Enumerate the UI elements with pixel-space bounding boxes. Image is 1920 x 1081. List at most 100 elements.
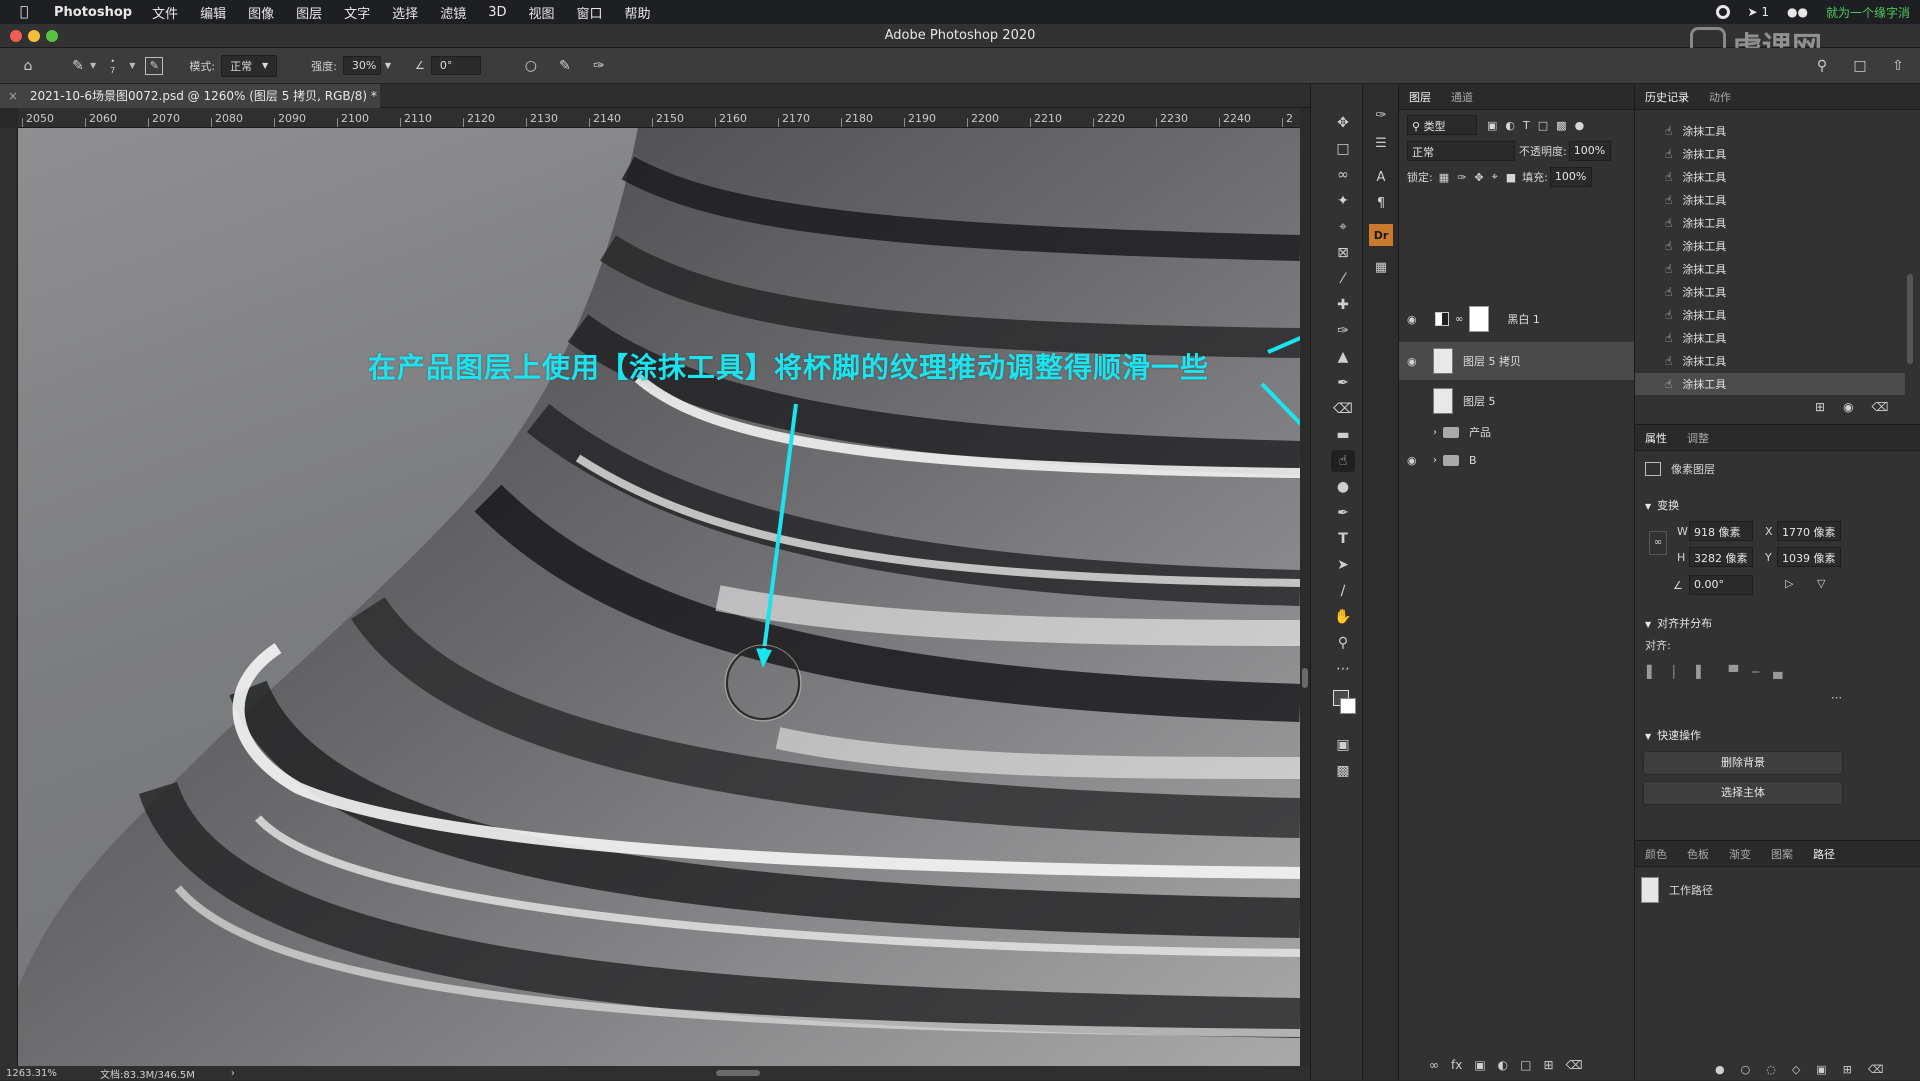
- trash-icon[interactable]: ⌫: [1566, 1058, 1583, 1078]
- menu-window[interactable]: 窗口: [577, 3, 603, 22]
- tab-gradients[interactable]: 渐变: [1719, 846, 1761, 862]
- visibility-eye-hidden[interactable]: ◉: [1407, 426, 1423, 439]
- background-color[interactable]: [1340, 698, 1356, 714]
- brush-settings-icon[interactable]: ✎: [145, 56, 164, 75]
- height-input[interactable]: 3282 像素: [1689, 547, 1753, 567]
- align-center-icon[interactable]: │: [1670, 665, 1677, 679]
- new-document-from-state-icon[interactable]: ⊞: [1815, 400, 1825, 414]
- menu-filter[interactable]: 滤镜: [440, 3, 466, 22]
- new-path-icon[interactable]: ⊞: [1843, 1063, 1852, 1076]
- align-top-icon[interactable]: ▀: [1729, 665, 1738, 679]
- visibility-eye-icon[interactable]: ◉: [1407, 313, 1423, 326]
- chevron-right-icon[interactable]: ›: [1433, 455, 1437, 466]
- history-item[interactable]: ☝ 涂抹工具: [1635, 212, 1905, 234]
- history-item[interactable]: ☝ 涂抹工具: [1635, 281, 1905, 303]
- path-row[interactable]: 工作路径: [1635, 875, 1920, 905]
- history-item[interactable]: ☝ 涂抹工具: [1635, 189, 1905, 211]
- zoom-window-button[interactable]: [46, 30, 58, 42]
- fill-input[interactable]: 100%: [1549, 167, 1592, 187]
- path-selection-tool-icon[interactable]: ➤: [1331, 554, 1355, 576]
- fx-icon[interactable]: fx: [1451, 1058, 1462, 1078]
- make-work-path-icon[interactable]: ◇: [1792, 1063, 1800, 1076]
- history-item[interactable]: ☝ 涂抹工具: [1635, 235, 1905, 257]
- link-layers-icon[interactable]: ∞: [1429, 1058, 1439, 1078]
- new-group-icon[interactable]: □: [1520, 1058, 1531, 1078]
- trash-icon[interactable]: ⌫: [1868, 1063, 1884, 1076]
- history-item[interactable]: ☝ 涂抹工具: [1635, 304, 1905, 326]
- chevron-right-icon[interactable]: ›: [231, 1068, 235, 1079]
- history-item-current[interactable]: ☝ 涂抹工具: [1635, 373, 1905, 395]
- align-bottom-icon[interactable]: ▄: [1773, 665, 1782, 679]
- quick-mask-icon[interactable]: ▣: [1331, 734, 1355, 756]
- tab-history[interactable]: 历史记录: [1635, 89, 1699, 105]
- color-swatches-icon[interactable]: [1331, 688, 1356, 720]
- history-item[interactable]: ☝ 涂抹工具: [1635, 327, 1905, 349]
- minimize-window-button[interactable]: [28, 30, 40, 42]
- align-right-icon[interactable]: ▐: [1691, 665, 1700, 679]
- stroke-path-icon[interactable]: ○: [1741, 1063, 1751, 1076]
- filter-pixel-icon[interactable]: ▣: [1487, 119, 1497, 132]
- screen-mode-icon[interactable]: ▩: [1331, 760, 1355, 782]
- visibility-eye-hidden[interactable]: ◉: [1407, 395, 1423, 408]
- width-input[interactable]: 918 像素: [1689, 521, 1753, 541]
- link-dimensions-icon[interactable]: ∞: [1649, 531, 1667, 555]
- clone-stamp-tool-icon[interactable]: ▲: [1331, 346, 1355, 368]
- transform-section-title[interactable]: ▼ 变换: [1645, 497, 1679, 513]
- visibility-eye-icon[interactable]: ◉: [1407, 454, 1423, 467]
- more-options-icon[interactable]: ⋯: [1831, 691, 1842, 704]
- home-icon[interactable]: ⌂: [16, 55, 40, 77]
- healing-brush-tool-icon[interactable]: ✚: [1331, 294, 1355, 316]
- filter-type-icon[interactable]: T: [1523, 119, 1530, 132]
- magic-wand-tool-icon[interactable]: ✦: [1331, 190, 1355, 212]
- y-input[interactable]: 1039 像素: [1777, 547, 1841, 567]
- eraser-tool-icon[interactable]: ⌫: [1331, 398, 1355, 420]
- align-section-title[interactable]: ▼ 对齐并分布: [1645, 615, 1712, 631]
- tab-actions[interactable]: 动作: [1699, 89, 1741, 105]
- workspace-icon[interactable]: □: [1848, 55, 1872, 77]
- smudge-tool-preset-icon[interactable]: ✎: [66, 55, 90, 77]
- type-tool-icon[interactable]: T: [1331, 528, 1355, 550]
- new-layer-icon[interactable]: ⊞: [1544, 1058, 1554, 1078]
- filter-smart-object-icon[interactable]: ▩: [1556, 119, 1566, 132]
- hand-tool-icon[interactable]: ✋: [1331, 606, 1355, 628]
- menu-file[interactable]: 文件: [152, 3, 178, 22]
- filter-shape-icon[interactable]: □: [1538, 119, 1548, 132]
- pen-tool-icon[interactable]: ✒: [1331, 502, 1355, 524]
- history-item[interactable]: ☝ 涂抹工具: [1635, 350, 1905, 372]
- menu-select[interactable]: 选择: [392, 3, 418, 22]
- trash-icon[interactable]: ⌫: [1872, 400, 1889, 414]
- document-tab[interactable]: × 2021-10-6场景图0072.psd @ 1260% (图层 5 拷贝,…: [0, 84, 380, 108]
- align-left-icon[interactable]: ▌: [1647, 665, 1656, 679]
- menu-layer[interactable]: 图层: [296, 3, 322, 22]
- menu-3d[interactable]: 3D: [488, 5, 506, 20]
- lock-all-icon[interactable]: ■: [1506, 171, 1516, 184]
- zoom-tool-icon[interactable]: ⚲: [1331, 632, 1355, 654]
- add-mask-icon[interactable]: ▣: [1474, 1058, 1485, 1078]
- blend-mode-select[interactable]: 正常: [1407, 141, 1515, 161]
- layer-row-selected[interactable]: ◉ 图层 5 拷贝: [1399, 342, 1635, 380]
- layer-group-row[interactable]: ◉ › 产品: [1399, 418, 1635, 446]
- dodge-tool-icon[interactable]: ●: [1331, 476, 1355, 498]
- tab-channels[interactable]: 通道: [1441, 89, 1483, 105]
- layer-group-row[interactable]: ◉ › B: [1399, 446, 1635, 474]
- gradient-tool-icon[interactable]: ▬: [1331, 424, 1355, 446]
- line-tool-icon[interactable]: ∕: [1331, 580, 1355, 602]
- chevron-down-icon[interactable]: ▼: [385, 61, 391, 70]
- close-window-button[interactable]: [10, 30, 22, 42]
- marquee-tool-icon[interactable]: □: [1331, 138, 1355, 160]
- flip-vertical-icon[interactable]: ▽: [1817, 577, 1825, 590]
- wechat-icon[interactable]: ●●: [1787, 5, 1808, 19]
- visibility-eye-icon[interactable]: ◉: [1407, 355, 1423, 368]
- apple-icon[interactable]: : [20, 4, 40, 20]
- history-item[interactable]: ☝ 涂抹工具: [1635, 143, 1905, 165]
- menu-image[interactable]: 图像: [248, 3, 274, 22]
- menu-help[interactable]: 帮助: [625, 3, 651, 22]
- lock-transparent-icon[interactable]: ▦: [1439, 171, 1449, 184]
- brush-tool-icon[interactable]: ✑: [1331, 320, 1355, 342]
- crop-tool-icon[interactable]: ⌖: [1331, 216, 1355, 238]
- mode-select[interactable]: 正常 ▼: [221, 54, 278, 77]
- close-tab-icon[interactable]: ×: [8, 89, 18, 103]
- load-selection-icon[interactable]: ◌: [1766, 1063, 1776, 1076]
- dimension-panel-icon[interactable]: Dr: [1369, 224, 1393, 246]
- layer-row[interactable]: ◉ ∞ 黑白 1: [1399, 300, 1635, 338]
